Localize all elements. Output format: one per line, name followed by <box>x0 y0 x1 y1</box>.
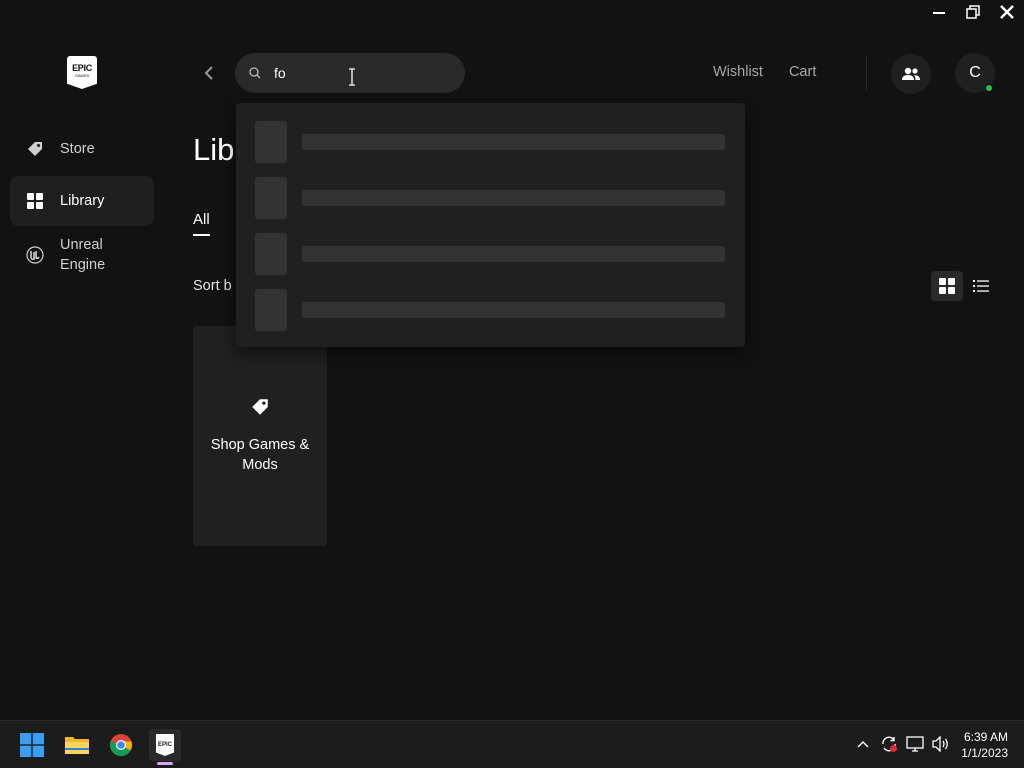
sidebar-item-label: Unreal Engine <box>60 237 106 273</box>
search-result-skeleton <box>255 176 725 220</box>
top-nav: Wishlist Cart <box>713 64 816 80</box>
tag-icon <box>26 140 44 158</box>
system-tray <box>854 735 950 753</box>
sort-by-label[interactable]: Sort b <box>193 278 232 294</box>
search-results-dropdown <box>236 103 745 347</box>
close-icon <box>1000 5 1014 19</box>
cart-link[interactable]: Cart <box>789 64 816 80</box>
chrome-icon <box>110 734 132 756</box>
back-button[interactable] <box>199 62 219 84</box>
network-button[interactable] <box>906 735 924 753</box>
minimize-button[interactable] <box>922 0 956 24</box>
speaker-icon <box>932 736 948 752</box>
minimize-icon <box>933 12 945 14</box>
tab-all[interactable]: All <box>193 211 210 228</box>
chevron-up-icon <box>857 741 869 748</box>
search-result-skeleton <box>255 288 725 332</box>
search-result-skeleton <box>255 120 725 164</box>
search-icon <box>249 67 261 79</box>
show-hidden-icons-button[interactable] <box>854 735 872 753</box>
tag-icon <box>252 399 268 415</box>
windows-start-icon <box>20 733 44 757</box>
sidebar-item-label: Library <box>60 193 105 209</box>
start-button[interactable] <box>16 729 48 761</box>
close-button[interactable] <box>990 0 1024 24</box>
sidebar: Store Library Unreal Engine <box>10 124 154 284</box>
skeleton-thumbnail <box>255 233 287 275</box>
friends-icon <box>902 67 920 80</box>
shop-games-card[interactable]: Shop Games & Mods <box>193 326 327 546</box>
epic-games-icon: EPIC <box>156 734 174 756</box>
wishlist-link[interactable]: Wishlist <box>713 64 763 80</box>
logo-line2: GAMES <box>74 73 90 78</box>
volume-button[interactable] <box>932 735 950 753</box>
sidebar-item-unreal-engine[interactable]: Unreal Engine <box>10 228 154 282</box>
search-result-skeleton <box>255 232 725 276</box>
epic-games-logo[interactable]: EPIC GAMES <box>67 56 97 89</box>
skeleton-thumbnail <box>255 289 287 331</box>
sync-icon <box>882 736 897 752</box>
epic-games-launcher-button[interactable]: EPIC <box>149 729 181 761</box>
shop-card-label: Shop Games & Mods <box>210 437 310 473</box>
sidebar-item-label: Store <box>60 141 95 157</box>
friends-button[interactable] <box>891 54 931 94</box>
avatar-initial: C <box>969 64 981 81</box>
skeleton-text <box>302 302 725 318</box>
unreal-icon <box>26 246 44 264</box>
folder-icon <box>65 737 89 754</box>
grid-icon <box>939 278 955 294</box>
skeleton-text <box>302 134 725 150</box>
window-controls <box>922 0 1024 24</box>
logo-line1: EPIC <box>72 63 92 73</box>
online-status-dot <box>985 84 993 92</box>
file-explorer-button[interactable] <box>61 729 93 761</box>
text-cursor-icon <box>349 68 355 86</box>
clock-date: 1/1/2023 <box>961 746 1008 760</box>
sidebar-item-library[interactable]: Library <box>10 176 154 226</box>
grid-icon <box>26 192 44 210</box>
active-app-indicator <box>157 762 173 765</box>
network-icon <box>906 736 924 752</box>
epic-icon-text: EPIC <box>157 742 172 748</box>
skeleton-text <box>302 190 725 206</box>
skeleton-text <box>302 246 725 262</box>
restore-icon <box>966 5 980 19</box>
chevron-left-icon <box>204 66 213 80</box>
view-toggle <box>931 271 997 301</box>
sync-status-button[interactable] <box>880 735 898 753</box>
restore-button[interactable] <box>956 0 990 24</box>
taskbar-clock[interactable]: 6:39 AM 1/1/2023 <box>961 729 1008 761</box>
skeleton-thumbnail <box>255 121 287 163</box>
skeleton-thumbnail <box>255 177 287 219</box>
taskbar: EPIC 6:39 AM 1/1/2023 <box>0 720 1024 768</box>
list-view-button[interactable] <box>965 271 997 301</box>
grid-view-button[interactable] <box>931 271 963 301</box>
sidebar-item-store[interactable]: Store <box>10 124 154 174</box>
chrome-button[interactable] <box>105 729 137 761</box>
divider <box>866 56 867 90</box>
list-icon <box>973 280 989 292</box>
tab-underline <box>193 234 210 236</box>
page-title: Lib <box>193 132 235 167</box>
clock-time: 6:39 AM <box>963 730 1008 744</box>
